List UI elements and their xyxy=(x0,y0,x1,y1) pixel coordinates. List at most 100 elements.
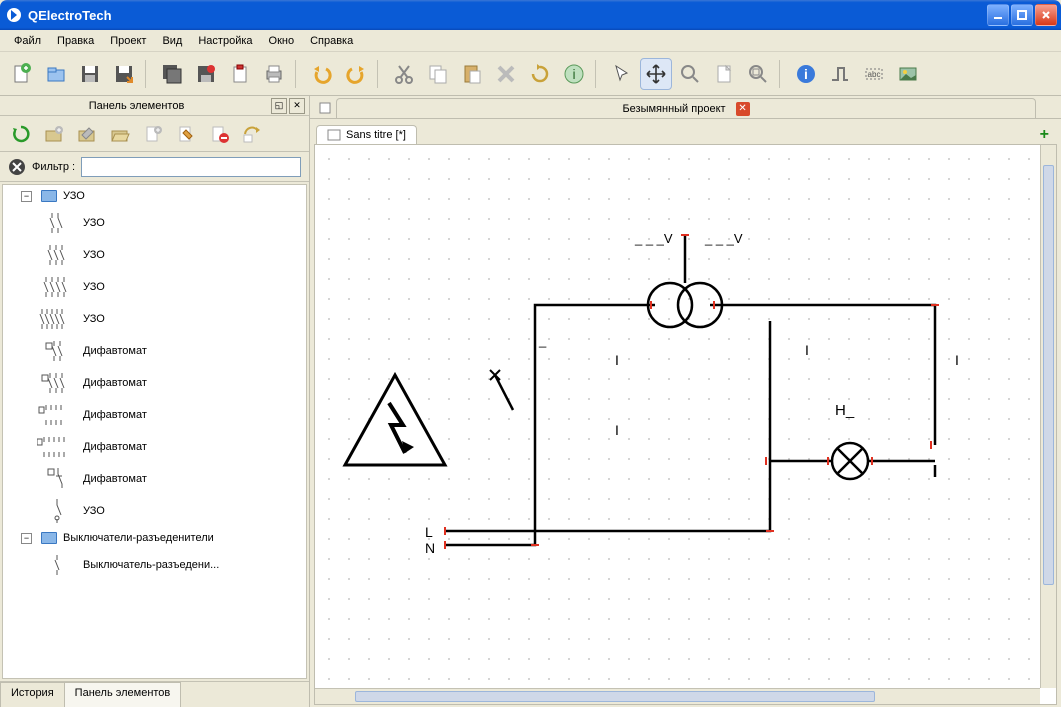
save-project-button[interactable] xyxy=(190,58,222,90)
undo-button[interactable] xyxy=(306,58,338,90)
new-element-button[interactable] xyxy=(138,119,168,149)
edit-folder-button[interactable] xyxy=(72,119,102,149)
rotate-button[interactable] xyxy=(524,58,556,90)
panel-bottom-tabs: История Панель элементов xyxy=(0,681,309,707)
open-button[interactable] xyxy=(40,58,72,90)
select-tool-button[interactable] xyxy=(606,58,638,90)
elements-panel: Панель элементов ◱ ✕ Фильтр : − УЗО xyxy=(0,96,310,707)
refresh-button[interactable] xyxy=(6,119,36,149)
menu-view[interactable]: Вид xyxy=(154,33,190,49)
menu-help[interactable]: Справка xyxy=(302,33,361,49)
menu-settings[interactable]: Настройка xyxy=(190,33,260,49)
tree-item[interactable]: УЗО xyxy=(3,303,306,335)
copy-button[interactable] xyxy=(422,58,454,90)
vertical-scrollbar[interactable] xyxy=(1040,145,1056,688)
delete-element-button[interactable] xyxy=(204,119,234,149)
tree-folder[interactable]: − УЗО xyxy=(3,185,306,207)
expander-icon[interactable]: − xyxy=(21,533,32,544)
page-button[interactable] xyxy=(708,58,740,90)
tree-item[interactable]: УЗО xyxy=(3,271,306,303)
open-folder-button[interactable] xyxy=(105,119,135,149)
wire-tool-button[interactable] xyxy=(824,58,856,90)
delete-button[interactable] xyxy=(490,58,522,90)
window-minimize-button[interactable] xyxy=(987,4,1009,26)
tree-item[interactable]: Дифавтомат xyxy=(3,367,306,399)
label-I: I xyxy=(615,352,619,368)
window-titlebar: QElectroTech xyxy=(0,0,1061,30)
tree-item[interactable]: УЗО xyxy=(3,495,306,527)
tree-item[interactable]: Выключатель-разъедени... xyxy=(3,549,306,581)
tree-item[interactable]: УЗО xyxy=(3,239,306,271)
tree-item[interactable]: Дифавтомат xyxy=(3,463,306,495)
svg-text:i: i xyxy=(572,66,575,82)
filter-row: Фильтр : xyxy=(0,152,309,182)
menu-window[interactable]: Окно xyxy=(261,33,303,49)
cut-button[interactable] xyxy=(388,58,420,90)
folder-icon xyxy=(41,190,57,202)
scrollbar-thumb[interactable] xyxy=(355,691,875,702)
paste-button[interactable] xyxy=(456,58,488,90)
label-V1: _ _ _V xyxy=(634,231,673,246)
label-I: I xyxy=(955,352,959,368)
folder-icon xyxy=(41,532,57,544)
menu-file[interactable]: Файл xyxy=(6,33,49,49)
diagram-icon xyxy=(327,129,341,141)
menubar: Файл Правка Проект Вид Настройка Окно Сп… xyxy=(0,30,1061,52)
element-tree[interactable]: − УЗО УЗО УЗО УЗО УЗО Дифавтомат Дифавто… xyxy=(2,184,307,679)
scrollbar-thumb[interactable] xyxy=(1043,165,1054,585)
new-folder-button[interactable] xyxy=(39,119,69,149)
label-I: I xyxy=(805,342,809,358)
text-box-button[interactable]: abc xyxy=(858,58,890,90)
project-tab-title: Безымянный проект xyxy=(622,103,725,115)
label-V2: _ _ _V xyxy=(704,231,743,246)
document-tab[interactable]: Sans titre [*] xyxy=(316,125,417,144)
edit-element-button[interactable] xyxy=(171,119,201,149)
window-title: QElectroTech xyxy=(28,8,112,23)
label-I: I xyxy=(533,482,537,498)
clipboard-button[interactable] xyxy=(224,58,256,90)
image-button[interactable] xyxy=(892,58,924,90)
tree-folder[interactable]: − Выключатели-разъеденители xyxy=(3,527,306,549)
import-button[interactable] xyxy=(237,119,267,149)
tree-item[interactable]: Дифавтомат xyxy=(3,335,306,367)
zoom-button[interactable] xyxy=(674,58,706,90)
redo-button[interactable] xyxy=(340,58,372,90)
menu-project[interactable]: Проект xyxy=(102,33,154,49)
save-as-button[interactable] xyxy=(108,58,140,90)
new-doc-button[interactable] xyxy=(6,58,38,90)
label-dash: _ xyxy=(538,333,547,348)
zoom-fit-button[interactable] xyxy=(742,58,774,90)
horizontal-scrollbar[interactable] xyxy=(315,688,1040,704)
label-I: I xyxy=(615,422,619,438)
tree-item[interactable]: Дифавтомат xyxy=(3,431,306,463)
print-button[interactable] xyxy=(258,58,290,90)
save-button[interactable] xyxy=(74,58,106,90)
project-tab[interactable]: Безымянный проект ✕ xyxy=(336,98,1036,118)
window-maximize-button[interactable] xyxy=(1011,4,1033,26)
clear-filter-icon[interactable] xyxy=(8,158,26,176)
tab-history[interactable]: История xyxy=(0,682,65,707)
add-diagram-button[interactable]: + xyxy=(1040,126,1055,144)
editor-area: Безымянный проект ✕ Sans titre [*] + xyxy=(310,96,1061,707)
info-tool-button[interactable]: i xyxy=(790,58,822,90)
tree-item[interactable]: УЗО xyxy=(3,207,306,239)
label-N: N xyxy=(425,540,435,556)
help-button[interactable]: i xyxy=(558,58,590,90)
schematic-canvas[interactable]: L N _ _ _V _ _ _V H_ _ I I I I I xyxy=(315,145,1040,688)
project-icon xyxy=(318,101,332,115)
panel-header: Панель элементов ◱ ✕ xyxy=(0,96,309,116)
tab-elements[interactable]: Панель элементов xyxy=(64,682,182,707)
panel-float-button[interactable]: ◱ xyxy=(271,98,287,114)
tree-item[interactable]: Дифавтомат xyxy=(3,399,306,431)
menu-edit[interactable]: Правка xyxy=(49,33,102,49)
label-L: L xyxy=(425,524,433,540)
filter-input[interactable] xyxy=(81,157,301,177)
save-all-button[interactable] xyxy=(156,58,188,90)
move-tool-button[interactable] xyxy=(640,58,672,90)
schematic-drawing: L N _ _ _V _ _ _V H_ _ I I I I I xyxy=(315,145,1035,665)
panel-close-button[interactable]: ✕ xyxy=(289,98,305,114)
project-tab-close-icon[interactable]: ✕ xyxy=(736,102,750,116)
window-close-button[interactable] xyxy=(1035,4,1057,26)
document-tab-title: Sans titre [*] xyxy=(346,129,406,141)
expander-icon[interactable]: − xyxy=(21,191,32,202)
